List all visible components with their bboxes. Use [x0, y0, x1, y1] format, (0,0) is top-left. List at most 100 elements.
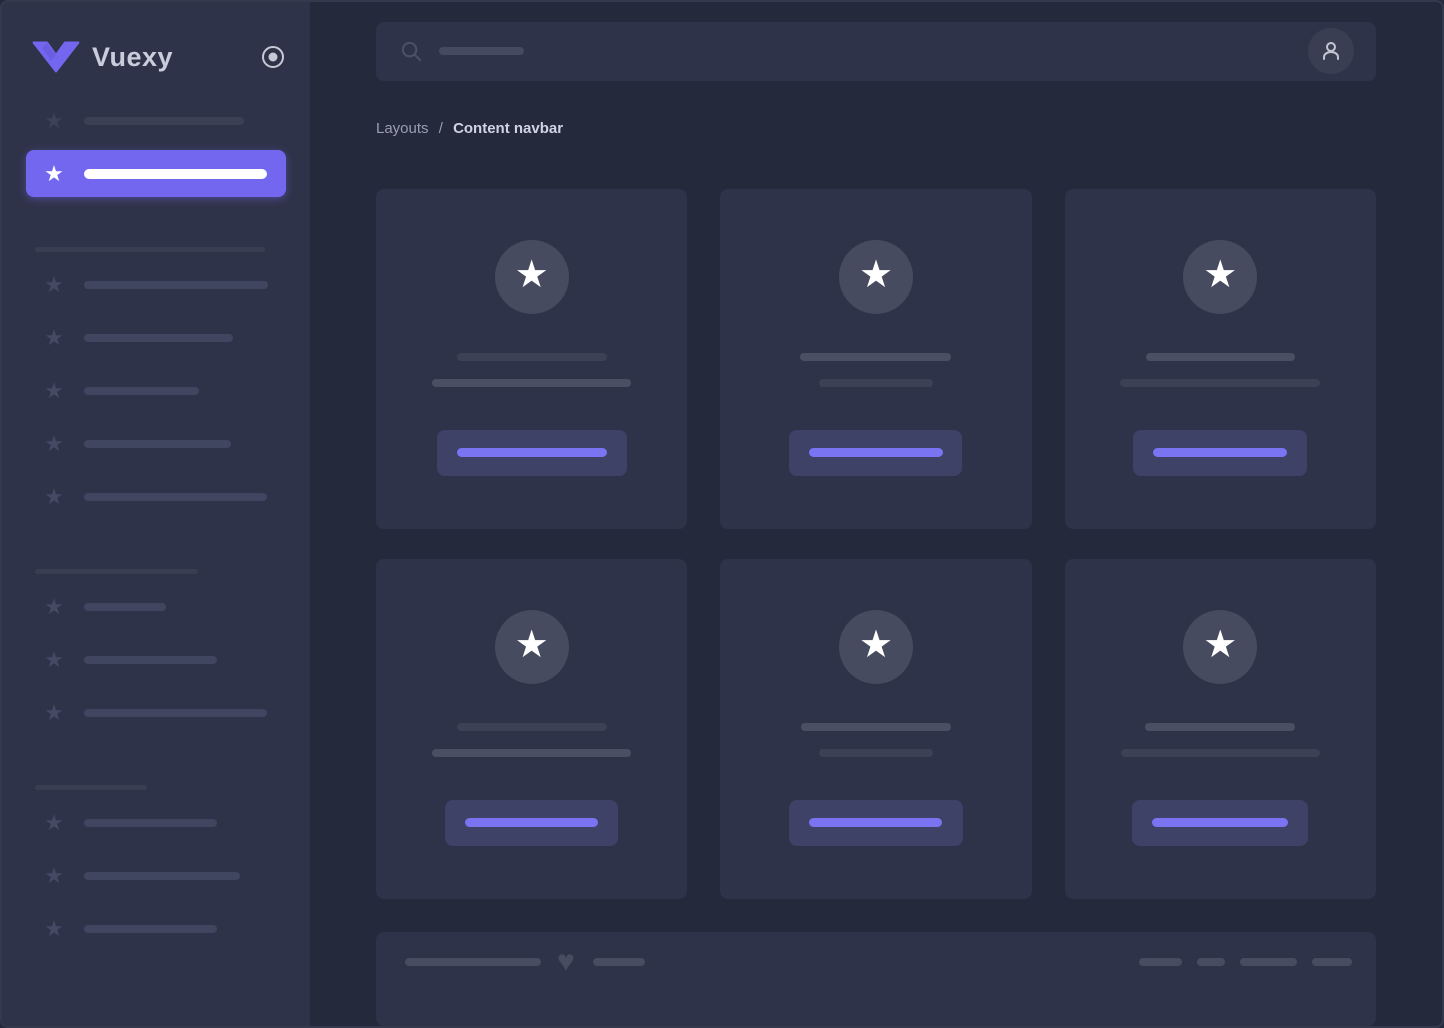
star-icon: ★ — [1203, 256, 1237, 298]
skeleton-label — [84, 872, 240, 880]
skeleton-text-line — [801, 723, 951, 731]
footer-link-skeleton[interactable] — [1240, 958, 1297, 966]
button-label-skeleton — [465, 818, 598, 827]
sidebar-item[interactable]: ★ — [2, 864, 310, 888]
star-icon: ★ — [42, 701, 66, 725]
star-icon: ★ — [42, 273, 66, 297]
skeleton-label — [84, 709, 267, 717]
skeleton-text-line — [432, 379, 631, 387]
skeleton-label — [84, 440, 231, 448]
breadcrumb: Layouts / Content navbar — [376, 118, 1376, 139]
star-icon: ★ — [42, 917, 66, 941]
sidebar-item[interactable]: ★ — [2, 917, 310, 941]
search-input[interactable] — [400, 40, 1308, 63]
star-icon: ★ — [42, 595, 66, 619]
star-avatar: ★ — [495, 240, 569, 314]
sidebar: Vuexy ★ ★ ★ ★ ★ ★ — [2, 2, 310, 1026]
placeholder-card: ★ — [720, 189, 1031, 529]
star-icon: ★ — [859, 626, 893, 668]
skeleton-label — [84, 925, 217, 933]
card-action-button[interactable] — [789, 430, 962, 476]
skeleton-text-line — [1120, 379, 1320, 387]
star-icon: ★ — [42, 485, 66, 509]
sidebar-item[interactable]: ★ — [2, 432, 310, 456]
sidebar-section-heading — [35, 247, 265, 252]
star-icon: ★ — [42, 811, 66, 835]
skeleton-text-line — [432, 749, 631, 757]
card-action-button[interactable] — [1133, 430, 1307, 476]
star-icon: ★ — [42, 648, 66, 672]
skeleton-text-line — [1146, 353, 1295, 361]
sidebar-item[interactable]: ★ — [2, 485, 310, 509]
skeleton-label — [84, 603, 166, 611]
sidebar-item-active[interactable]: ★ — [26, 150, 286, 197]
sidebar-item[interactable]: ★ — [2, 701, 310, 725]
skeleton-text-line — [1121, 749, 1320, 757]
footer-link-skeleton[interactable] — [1197, 958, 1225, 966]
star-icon: ★ — [42, 326, 66, 350]
footer-link-skeleton[interactable] — [1139, 958, 1182, 966]
skeleton-label — [84, 819, 217, 827]
sidebar-item[interactable]: ★ — [2, 379, 310, 403]
placeholder-card: ★ — [1065, 559, 1376, 899]
person-icon — [1319, 39, 1343, 63]
search-icon — [400, 40, 423, 63]
skeleton-label — [84, 493, 267, 501]
footer-left: ♥ — [405, 949, 645, 975]
footer-links — [1139, 958, 1352, 966]
placeholder-card: ★ — [1065, 189, 1376, 529]
skeleton-text-line — [819, 379, 933, 387]
user-avatar[interactable] — [1308, 28, 1354, 74]
sidebar-item[interactable]: ★ — [2, 648, 310, 672]
sidebar-item[interactable]: ★ — [2, 326, 310, 350]
heart-icon: ♥ — [557, 949, 575, 975]
star-avatar: ★ — [1183, 610, 1257, 684]
sidebar-section-heading — [35, 569, 198, 574]
placeholder-card: ★ — [720, 559, 1031, 899]
sidebar-item[interactable]: ★ — [2, 811, 310, 835]
menu-pin-toggle-icon[interactable] — [260, 44, 286, 70]
button-label-skeleton — [809, 818, 942, 827]
star-icon: ★ — [42, 864, 66, 888]
skeleton-text-line — [457, 723, 607, 731]
card-action-button[interactable] — [1132, 800, 1308, 846]
skeleton-label — [84, 656, 217, 664]
star-icon: ★ — [42, 379, 66, 403]
star-icon: ★ — [515, 256, 549, 298]
card-action-button[interactable] — [445, 800, 618, 846]
star-icon: ★ — [42, 109, 66, 133]
sidebar-item[interactable]: ★ — [2, 273, 310, 297]
footer: ♥ — [376, 932, 1376, 1026]
skeleton-label — [84, 281, 268, 289]
button-label-skeleton — [457, 448, 607, 457]
star-avatar: ★ — [495, 610, 569, 684]
button-label-skeleton — [1153, 448, 1287, 457]
breadcrumb-parent[interactable]: Layouts — [376, 120, 429, 137]
star-icon: ★ — [515, 626, 549, 668]
card-grid: ★ ★ ★ — [376, 189, 1376, 899]
skeleton-label — [84, 169, 267, 179]
button-label-skeleton — [809, 448, 943, 457]
vuexy-logo-icon — [32, 41, 80, 73]
sidebar-item[interactable]: ★ — [2, 595, 310, 619]
skeleton-text-line — [457, 353, 607, 361]
card-action-button[interactable] — [789, 800, 963, 846]
footer-link-skeleton[interactable] — [1312, 958, 1352, 966]
star-icon: ★ — [859, 256, 893, 298]
sidebar-item[interactable]: ★ — [2, 109, 310, 133]
skeleton-text-line — [593, 958, 645, 966]
skeleton-text-line — [819, 749, 933, 757]
app-frame: Vuexy ★ ★ ★ ★ ★ ★ — [0, 0, 1444, 1028]
star-icon: ★ — [1203, 626, 1237, 668]
card-action-button[interactable] — [437, 430, 627, 476]
star-avatar: ★ — [1183, 240, 1257, 314]
star-icon: ★ — [42, 162, 66, 186]
top-navbar — [376, 22, 1376, 81]
star-icon: ★ — [42, 432, 66, 456]
star-avatar: ★ — [839, 240, 913, 314]
placeholder-card: ★ — [376, 559, 687, 899]
breadcrumb-separator: / — [439, 120, 443, 137]
skeleton-text-line — [405, 958, 541, 966]
sidebar-header: Vuexy — [32, 40, 286, 74]
star-avatar: ★ — [839, 610, 913, 684]
